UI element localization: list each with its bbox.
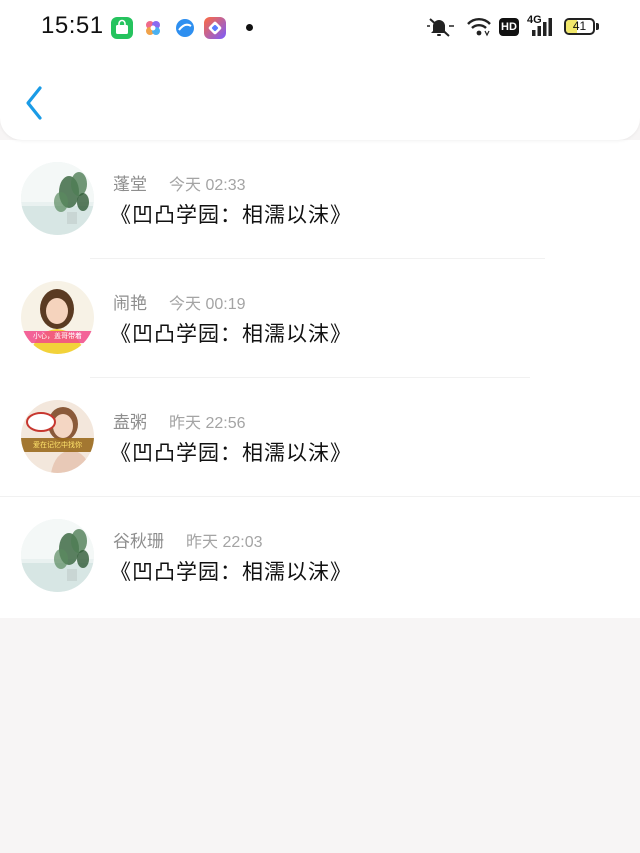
- message-text: 《凹凸学园：相濡以沫》: [110, 203, 352, 227]
- list-item[interactable]: 爱在记忆中找你 盍粥 昨天 22:56 《凹凸学园：相濡以沫》: [0, 378, 640, 497]
- avatar-caption: 小心，盖哥带着: [33, 332, 82, 340]
- wifi-icon: [467, 18, 491, 37]
- avatar[interactable]: [21, 162, 94, 235]
- assistant-app-icon: [204, 17, 226, 39]
- battery-icon: 41: [564, 18, 595, 35]
- sender-name: 盍粥: [113, 413, 147, 433]
- list-item[interactable]: 小心，盖哥带着 闹艳 今天 00:19 《凹凸学园：相濡以沫》: [0, 259, 640, 378]
- message-meta: 谷秋珊 昨天 22:03: [113, 527, 263, 552]
- message-meta: 盍粥 昨天 22:56: [113, 408, 246, 433]
- battery-tip: [596, 23, 599, 30]
- plant-photo-avatar: [21, 519, 94, 592]
- battery-level: 41: [572, 19, 587, 33]
- more-notifications-dot-icon: [246, 24, 253, 31]
- plant-photo-avatar: [21, 162, 94, 235]
- header: 15:51 HD 4G 41: [0, 0, 640, 140]
- avatar[interactable]: 小心，盖哥带着: [21, 281, 94, 354]
- message-time: 昨天 22:03: [186, 534, 263, 551]
- back-button[interactable]: [18, 84, 52, 124]
- avatar-caption: 爱在记忆中找你: [33, 441, 82, 449]
- sender-name: 蓬堂: [113, 175, 147, 195]
- mute-icon: [427, 18, 454, 37]
- list-item[interactable]: 谷秋珊 昨天 22:03 《凹凸学园：相濡以沫》: [0, 497, 640, 616]
- message-text: 《凹凸学园：相濡以沫》: [110, 441, 352, 465]
- status-bar: 15:51 HD 4G 41: [0, 0, 640, 56]
- list-item[interactable]: 蓬堂 今天 02:33 《凹凸学园：相濡以沫》: [0, 140, 640, 259]
- message-text: 《凹凸学园：相濡以沫》: [110, 560, 352, 584]
- girl-photo-avatar: [21, 400, 94, 473]
- message-list: 蓬堂 今天 02:33 《凹凸学园：相濡以沫》 小心，盖哥带着 闹艳 今天 00:1…: [0, 140, 640, 618]
- message-time: 今天 00:19: [169, 296, 246, 313]
- sender-name: 闹艳: [113, 294, 147, 314]
- message-time: 昨天 22:56: [169, 415, 246, 432]
- avatar[interactable]: 爱在记忆中找你: [21, 400, 94, 473]
- flower-app-icon: [142, 17, 164, 39]
- chevron-left-icon: [26, 86, 42, 120]
- sender-name: 谷秋珊: [113, 532, 164, 552]
- shopping-bag-app-icon: [111, 17, 133, 39]
- message-text: 《凹凸学园：相濡以沫》: [110, 322, 352, 346]
- message-time: 今天 02:33: [169, 177, 246, 194]
- hd-badge: HD: [499, 18, 519, 36]
- girl-photo-avatar: [21, 281, 94, 354]
- message-meta: 蓬堂 今天 02:33: [113, 170, 246, 195]
- status-time: 15:51: [41, 12, 104, 39]
- signal-icon: [532, 18, 552, 36]
- browser-app-icon: [174, 17, 196, 39]
- message-meta: 闹艳 今天 00:19: [113, 289, 246, 314]
- avatar[interactable]: [21, 519, 94, 592]
